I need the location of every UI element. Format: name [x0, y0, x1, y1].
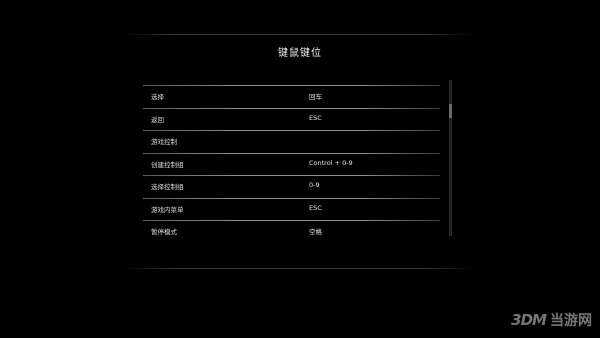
- key-binding[interactable]: ESC: [309, 204, 322, 212]
- keybinding-row-game-control[interactable]: 游戏控制: [143, 130, 440, 153]
- action-label: 游戏内菜单: [151, 205, 184, 214]
- scrollbar-thumb[interactable]: [449, 104, 452, 118]
- keybinding-list: 选择 回车 返回 ESC 游戏控制 创建控制组 Control + 0-9 选择…: [143, 85, 440, 243]
- row-divider: [143, 107, 440, 109]
- row-divider: [143, 130, 440, 131]
- action-label: 选择控制组: [151, 183, 184, 191]
- row-divider: [143, 220, 440, 221]
- watermark-logo: 3DM: [511, 311, 547, 329]
- key-binding[interactable]: Control + 0-9: [309, 159, 353, 167]
- row-divider: [143, 85, 440, 86]
- bottom-divider: [124, 268, 474, 269]
- action-label: 游戏控制: [151, 138, 177, 146]
- action-label: 选择: [151, 93, 164, 101]
- keybinding-row-select[interactable]: 选择 回车: [143, 85, 440, 108]
- row-divider: [143, 152, 440, 154]
- keybinding-row-select-group[interactable]: 选择控制组 0-9: [143, 175, 440, 198]
- keybinding-row-back[interactable]: 返回 ESC: [143, 107, 440, 131]
- row-divider: [143, 175, 440, 176]
- keybinding-row-ingame-menu[interactable]: 游戏内菜单 ESC: [143, 197, 440, 221]
- key-binding[interactable]: ESC: [309, 114, 322, 122]
- keybinding-row-pause[interactable]: 暂停模式 空格: [143, 220, 440, 243]
- key-binding[interactable]: 空格: [309, 226, 322, 236]
- key-binding[interactable]: 0-9: [309, 181, 320, 189]
- action-label: 返回: [151, 115, 164, 124]
- watermark: 3DM 当游网: [511, 310, 592, 330]
- keybinding-row-create-group[interactable]: 创建控制组 Control + 0-9: [143, 152, 440, 176]
- top-divider: [124, 34, 474, 35]
- watermark-site-name: 当游网: [550, 313, 592, 329]
- page-title: 键鼠键位: [278, 48, 322, 59]
- action-label: 暂停模式: [151, 228, 177, 236]
- key-binding[interactable]: 回车: [309, 91, 322, 101]
- row-divider: [143, 197, 440, 199]
- action-label: 创建控制组: [151, 160, 184, 169]
